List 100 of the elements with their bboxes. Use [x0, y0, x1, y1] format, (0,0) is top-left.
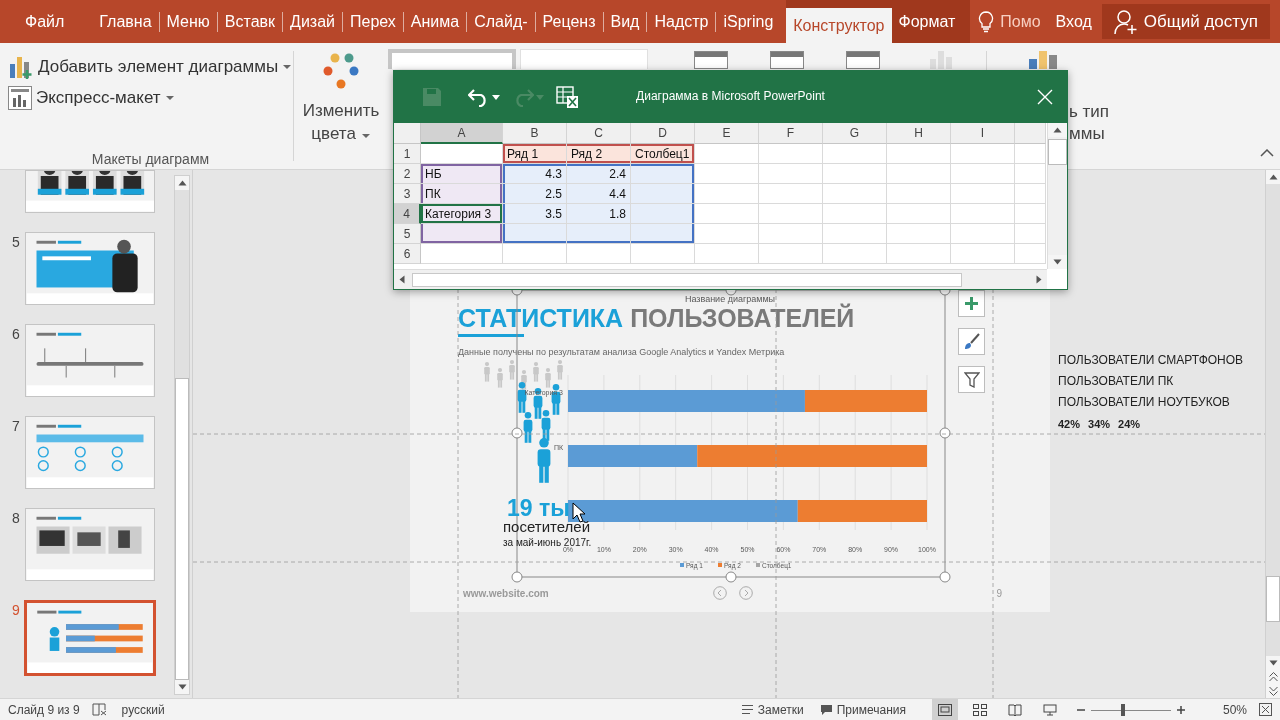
sheet-cell[interactable] [1015, 244, 1046, 264]
sign-in-link[interactable]: Вход [1055, 0, 1092, 43]
scroll-left-icon[interactable] [399, 275, 405, 284]
sheet-cell[interactable]: Столбец1 [631, 144, 695, 164]
sheet-cell[interactable] [951, 224, 1015, 244]
row-header[interactable]: 6 [394, 244, 421, 264]
sheet-cell[interactable] [887, 144, 951, 164]
slide-thumbnail[interactable] [24, 600, 156, 676]
change-chart-type-label[interactable]: ь тип [1069, 101, 1110, 123]
sheet-cell[interactable]: 4.4 [567, 184, 631, 204]
share-button[interactable]: Общий доступ [1101, 4, 1270, 39]
sheet-cell[interactable] [951, 184, 1015, 204]
add-chart-element-button[interactable]: Добавить элемент диаграммы [8, 51, 293, 82]
column-header[interactable]: F [759, 123, 823, 144]
sheet-cell[interactable] [887, 224, 951, 244]
scroll-down-icon[interactable] [177, 684, 187, 691]
sheet-cell[interactable] [421, 244, 503, 264]
ribbon-tab[interactable]: Слайд- [467, 0, 535, 43]
ribbon-tab[interactable]: Вставк [217, 0, 283, 43]
ribbon-tab[interactable]: Перех [343, 0, 403, 43]
sheet-cell[interactable] [695, 244, 759, 264]
sheet-cell[interactable] [1015, 204, 1046, 224]
sheet-cell[interactable]: 3.5 [503, 204, 567, 224]
sheet-cell[interactable] [695, 144, 759, 164]
scrollbar[interactable] [174, 175, 190, 695]
chart-style-thumbnail[interactable] [520, 49, 648, 69]
ribbon-tab[interactable]: Формат [891, 0, 963, 43]
ribbon-tab[interactable]: Конструктор [786, 8, 892, 43]
scrollbar[interactable] [1265, 170, 1280, 698]
scroll-thumb[interactable] [1048, 139, 1067, 165]
row-header[interactable]: 2 [394, 164, 421, 184]
sheet-cell[interactable] [631, 184, 695, 204]
sheet-cell[interactable] [567, 224, 631, 244]
sheet-cell[interactable] [631, 204, 695, 224]
slider-thumb[interactable] [1120, 703, 1125, 716]
table-icon[interactable] [770, 51, 804, 69]
sheet-cell[interactable] [823, 184, 887, 204]
select-all-corner[interactable] [394, 123, 421, 144]
zoom-in-icon[interactable] [1176, 705, 1185, 714]
change-colors-button[interactable]: Изменить цвета [294, 43, 388, 169]
sheet-cell[interactable] [695, 184, 759, 204]
collapse-ribbon-icon[interactable] [1260, 149, 1274, 157]
scroll-thumb[interactable] [175, 377, 189, 681]
chart-filter-button[interactable] [958, 366, 985, 393]
chart-styles-button[interactable] [958, 328, 985, 355]
sheet-cell[interactable] [823, 224, 887, 244]
language-label[interactable]: русский [121, 702, 165, 717]
ribbon-tab[interactable]: Меню [159, 0, 217, 43]
sheet-cell[interactable] [421, 224, 503, 244]
row-header[interactable]: 5 [394, 224, 421, 244]
sheet-cell[interactable] [695, 224, 759, 244]
sheet-cell[interactable]: Ряд 2 [567, 144, 631, 164]
row-header[interactable]: 1 [394, 144, 421, 164]
sheet-cell[interactable] [823, 144, 887, 164]
scroll-thumb[interactable] [412, 272, 962, 287]
sheet-cell[interactable] [887, 164, 951, 184]
sheet-cell[interactable] [1015, 184, 1046, 204]
scroll-right-icon[interactable] [1036, 275, 1042, 284]
comments-button[interactable]: Примечания [819, 702, 906, 717]
notes-button[interactable]: Заметки [740, 702, 804, 717]
sheet-cell[interactable]: НБ [421, 164, 503, 184]
sheet-cell[interactable] [503, 224, 567, 244]
sheet-cell[interactable] [823, 164, 887, 184]
scrollbar[interactable] [1047, 123, 1067, 269]
spellcheck-icon[interactable] [91, 703, 108, 716]
next-slide-icon[interactable] [1268, 686, 1278, 696]
sheet-cell[interactable] [503, 244, 567, 264]
ribbon-tab[interactable]: Реценз [535, 0, 603, 43]
fit-to-window-icon[interactable] [1259, 703, 1272, 716]
sheet-cell[interactable] [421, 144, 503, 164]
ribbon-tab[interactable]: Файл [0, 0, 93, 43]
spreadsheet-icon[interactable] [556, 86, 578, 108]
scroll-up-icon[interactable] [1053, 127, 1062, 133]
sheet-cell[interactable] [759, 224, 823, 244]
column-header[interactable]: E [695, 123, 759, 144]
add-element-button[interactable] [958, 290, 985, 317]
sheet-cell[interactable] [759, 144, 823, 164]
column-header[interactable]: H [887, 123, 951, 144]
sheet-cell[interactable] [887, 184, 951, 204]
table-icon[interactable] [846, 51, 880, 69]
column-header[interactable]: C [567, 123, 631, 144]
undo-button[interactable] [468, 87, 500, 107]
slide-thumbnail[interactable] [25, 170, 155, 213]
sheet-cell[interactable] [631, 224, 695, 244]
bar-chart-icon[interactable] [1029, 51, 1059, 69]
zoom-slider[interactable] [1090, 703, 1171, 716]
sheet-cell[interactable]: Ряд 1 [503, 144, 567, 164]
sheet-cell[interactable]: 2.5 [503, 184, 567, 204]
sheet-cell[interactable] [1015, 164, 1046, 184]
column-header[interactable] [1015, 123, 1046, 144]
column-header[interactable]: D [631, 123, 695, 144]
close-icon[interactable] [1037, 89, 1053, 105]
sheet-cell[interactable] [759, 184, 823, 204]
zoom-percent[interactable]: 50% [1222, 702, 1247, 717]
table-icon[interactable] [694, 51, 728, 69]
ribbon-tab[interactable]: Вид [603, 0, 647, 43]
slide-thumbnail[interactable] [25, 232, 155, 305]
previous-slide-icon[interactable] [1268, 672, 1278, 682]
column-header[interactable]: I [951, 123, 1015, 144]
chart-style-thumbnail[interactable] [388, 49, 516, 69]
